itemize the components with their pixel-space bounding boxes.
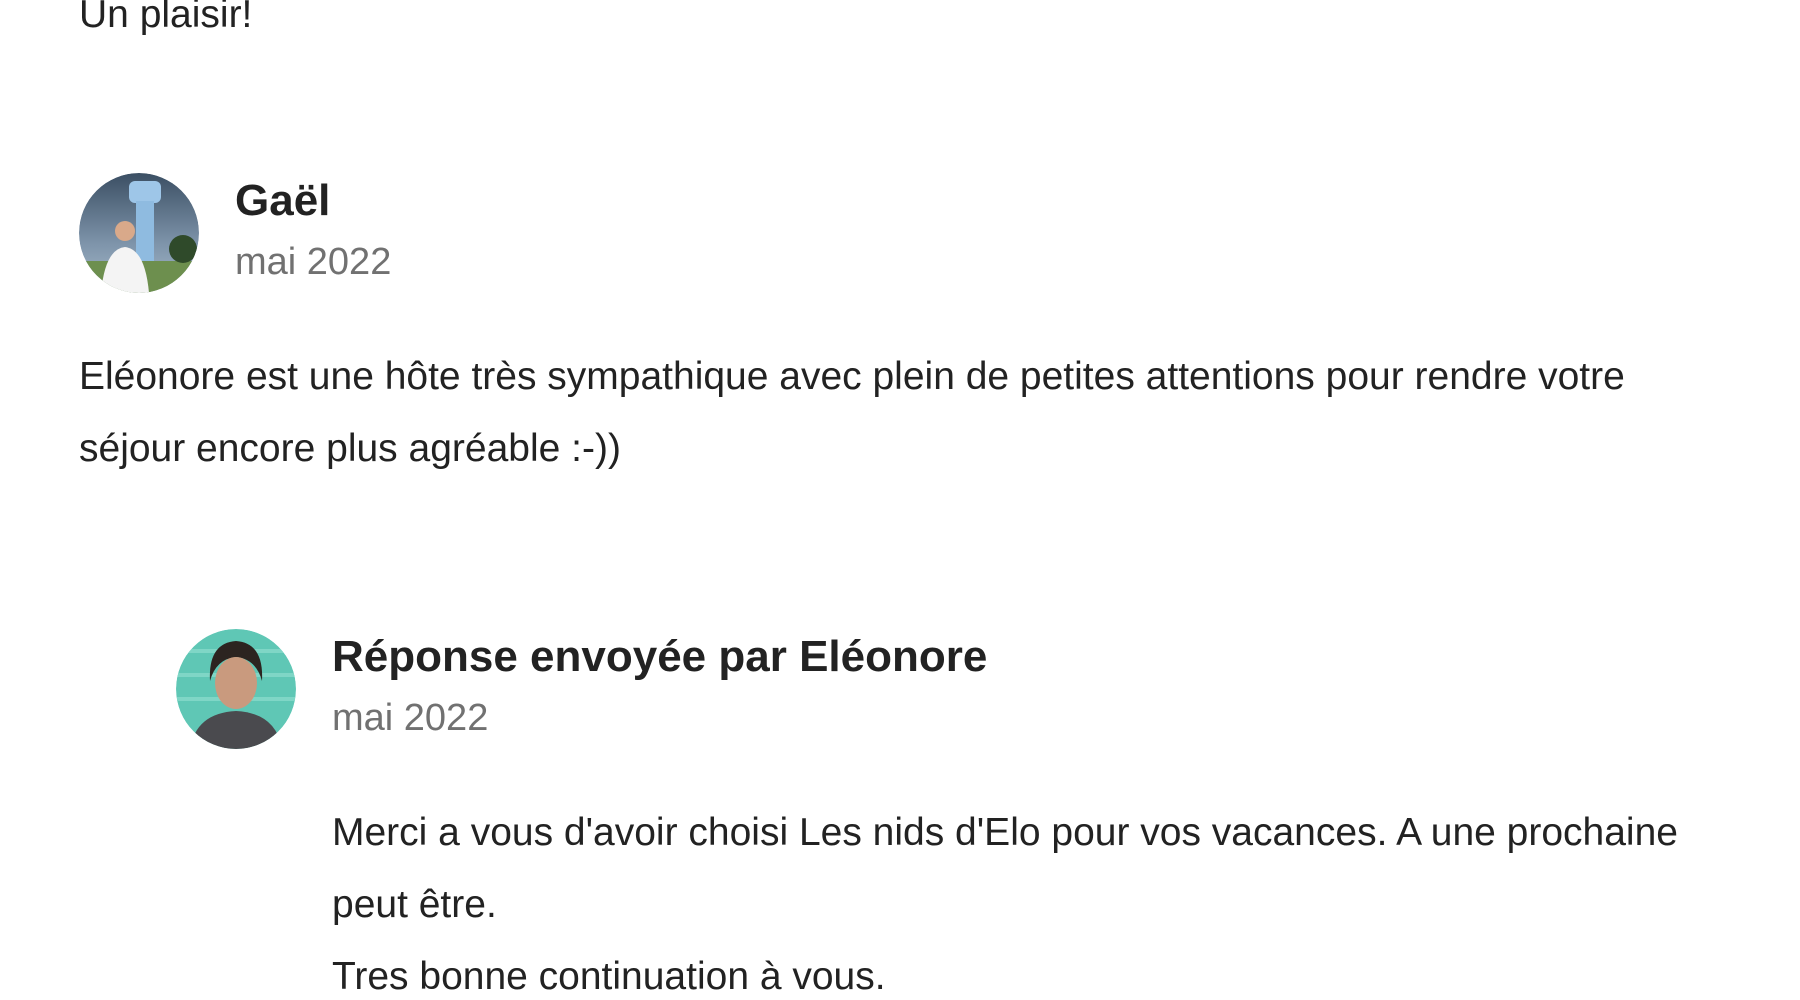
host-reply-date: mai 2022 [332,697,489,739]
host-reply: Réponse envoyée par Eléonore mai 2022 Me… [176,629,1736,1000]
host-reply-line: Tres bonne continuation à vous. [332,955,886,998]
review-item: Gaël mai 2022 Eléonore est une hôte très… [79,173,1759,485]
reviewer-info: Gaël mai 2022 [235,176,392,289]
review-date: mai 2022 [235,241,392,283]
reviewer-header: Gaël mai 2022 [79,173,1759,293]
reviewer-name: Gaël [235,176,331,225]
host-avatar[interactable] [176,629,296,749]
host-reply-header: Réponse envoyée par Eléonore mai 2022 [176,629,1736,749]
host-reply-heading: Réponse envoyée par Eléonore [332,632,988,681]
host-reply-line: Merci a vous d'avoir choisi Les nids d'E… [332,811,1678,926]
reviews-page: Un plaisir! Gaël mai 2022 Eléonore est u… [0,0,1800,1000]
reviewer-avatar[interactable] [79,173,199,293]
previous-review-text: Un plaisir! [79,0,253,36]
host-reply-info: Réponse envoyée par Eléonore mai 2022 [332,632,987,745]
host-reply-text: Merci a vous d'avoir choisi Les nids d'E… [332,797,1732,1000]
review-text: Eléonore est une hôte très sympathique a… [79,355,1625,470]
